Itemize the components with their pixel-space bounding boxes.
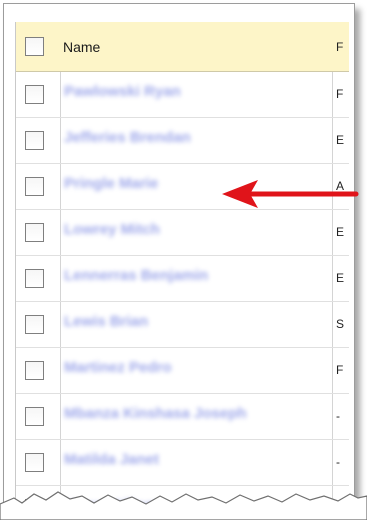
torn-edge — [0, 491, 367, 520]
row-name[interactable]: Pawlowski Ryan — [64, 83, 181, 100]
row-third-cell: E — [336, 225, 345, 239]
data-grid: Name F Pawlowski Ryan F Jefferies Brenda… — [15, 22, 349, 516]
row-checkbox[interactable] — [25, 85, 44, 104]
row-third-cell: - — [336, 455, 340, 469]
row-name[interactable]: Lewis Brian — [64, 313, 148, 330]
row-checkbox[interactable] — [25, 131, 44, 150]
table-row[interactable]: Martinez Pedro F — [16, 347, 349, 394]
row-checkbox[interactable] — [25, 407, 44, 426]
row-third-cell: E — [336, 271, 345, 285]
callout-arrow-icon — [222, 180, 359, 208]
row-third-cell: E — [336, 133, 345, 147]
row-third-cell: F — [336, 87, 344, 101]
row-third-cell: S — [336, 317, 345, 331]
select-all-checkbox[interactable] — [25, 37, 44, 56]
row-third-cell: - — [336, 409, 340, 423]
row-name[interactable]: Martinez Pedro — [64, 359, 172, 376]
row-name[interactable]: Pringle Marie — [64, 175, 158, 192]
row-checkbox[interactable] — [25, 269, 44, 288]
row-name[interactable]: Lowrey Mitch — [64, 221, 160, 238]
row-name[interactable]: Mbanza Kinshasa Joseph — [64, 405, 247, 422]
row-checkbox[interactable] — [25, 177, 44, 196]
row-third-cell: F — [336, 363, 344, 377]
third-column-header[interactable]: F — [336, 40, 343, 54]
table-row[interactable]: Lewis Brian S — [16, 301, 349, 348]
row-name[interactable]: Lennerras Benjamin — [64, 267, 208, 284]
table-row[interactable]: Lennerras Benjamin E — [16, 255, 349, 302]
name-column-header[interactable]: Name — [63, 39, 100, 55]
grid-window: Name F Pawlowski Ryan F Jefferies Brenda… — [3, 3, 355, 517]
row-name[interactable]: Jefferies Brendan — [64, 129, 191, 146]
table-row[interactable]: Pawlowski Ryan F — [16, 71, 349, 118]
table-row[interactable]: Mbanza Kinshasa Joseph - — [16, 393, 349, 440]
table-row[interactable]: Jefferies Brendan E — [16, 117, 349, 164]
grid-header: Name F — [16, 22, 349, 72]
row-checkbox[interactable] — [25, 315, 44, 334]
row-checkbox[interactable] — [25, 223, 44, 242]
row-name[interactable]: Matilda Janet — [64, 451, 159, 468]
row-checkbox[interactable] — [25, 361, 44, 380]
table-row[interactable]: Lowrey Mitch E — [16, 209, 349, 256]
